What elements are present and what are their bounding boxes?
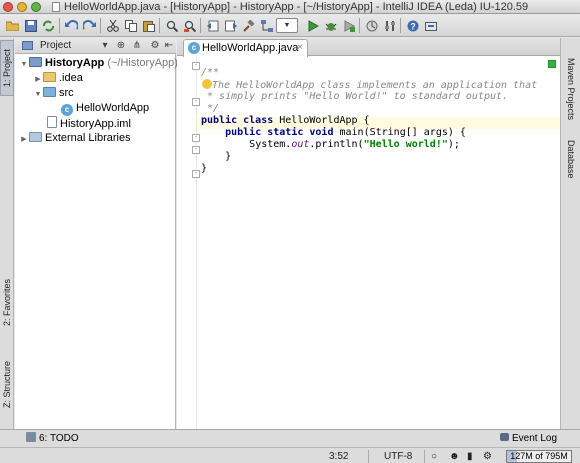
code-line: public static void main(String[] args) { (225, 127, 466, 138)
source-code[interactable]: /** The HelloWorldApp class implements a… (201, 67, 537, 175)
fold-marker-icon[interactable]: - (192, 62, 200, 70)
code-line: /** (201, 67, 220, 78)
run-config-dropdown[interactable]: ▼ (276, 18, 298, 33)
code-line: */ (201, 103, 220, 114)
hector-icon[interactable]: ☻ (449, 450, 460, 463)
background-tasks-icon[interactable]: ⚙ (483, 450, 492, 463)
sdk-icon[interactable] (422, 17, 439, 34)
collapsed-arrow-icon[interactable]: ▶ (33, 72, 43, 87)
fold-marker-icon[interactable]: - (192, 98, 200, 106)
project-view-dropdown[interactable]: Project (37, 39, 95, 52)
java-class-icon: c (188, 42, 200, 54)
insert-mode-icon: ▮ (467, 451, 473, 462)
cut-icon[interactable] (104, 17, 121, 34)
make-icon[interactable] (240, 17, 257, 34)
tree-item-src[interactable]: ▼ src (33, 86, 74, 101)
window-title: HelloWorldApp.java - [HistoryApp] - Hist… (64, 1, 529, 13)
tab-database[interactable]: Database (564, 140, 578, 179)
redo-icon[interactable] (81, 17, 98, 34)
replace-icon[interactable] (181, 17, 198, 34)
code-editor[interactable]: c HelloWorldApp.java × - - - - - /** The… (177, 38, 560, 429)
code-line: } (225, 151, 232, 162)
gear-icon[interactable]: ⚙ (149, 40, 161, 52)
tree-item-historyapp-iml[interactable]: HistoryApp.iml (47, 116, 131, 131)
source-folder-icon (43, 87, 56, 97)
hide-panel-icon[interactable]: ⇤ (163, 40, 175, 52)
tree-item-helloworldapp[interactable]: c HelloWorldApp (61, 101, 149, 116)
project-view-icon (21, 40, 33, 52)
coverage-icon[interactable] (340, 17, 357, 34)
copy-icon[interactable] (122, 17, 139, 34)
code-line: The HelloWorldApp class implements an ap… (201, 79, 537, 91)
folder-icon (43, 72, 56, 82)
paste-icon[interactable] (140, 17, 157, 34)
close-window-button[interactable] (3, 2, 13, 12)
chevron-down-icon[interactable]: ▾ (99, 40, 111, 52)
forward-icon[interactable] (222, 17, 239, 34)
project-panel: Project ▾ ⊕ ⋔ ⚙ ⇤ ▼ HistoryApp (~/History… (15, 38, 178, 429)
code-line: public class HelloWorldApp { (201, 115, 370, 126)
undo-icon[interactable] (63, 17, 80, 34)
java-class-icon: c (61, 104, 73, 116)
tab-favorites[interactable]: 2: Favorites (0, 270, 14, 336)
collapse-all-icon[interactable]: ⋔ (131, 40, 143, 52)
file-encoding[interactable]: UTF-8 (384, 450, 412, 463)
event-log-icon (500, 433, 509, 441)
todo-tool-button[interactable]: 6: TODO (26, 432, 79, 445)
expanded-arrow-icon[interactable]: ▼ (19, 57, 29, 72)
lock-icon[interactable]: ○ (431, 450, 437, 463)
settings-icon[interactable] (381, 17, 398, 34)
open-icon[interactable] (4, 17, 21, 34)
fold-marker-icon[interactable]: - (192, 134, 200, 142)
collapsed-arrow-icon[interactable]: ▶ (19, 132, 29, 147)
tab-maven-projects[interactable]: Maven Projects (564, 58, 578, 120)
main-toolbar: ▼ ? (0, 15, 580, 37)
sync-icon[interactable] (40, 17, 57, 34)
window-title-bar: HelloWorldApp.java - [HistoryApp] - Hist… (0, 0, 580, 14)
libraries-icon (29, 132, 42, 142)
expanded-arrow-icon[interactable]: ▼ (33, 87, 43, 102)
debug-icon[interactable] (322, 17, 339, 34)
save-icon[interactable] (22, 17, 39, 34)
svg-text:?: ? (410, 21, 416, 31)
minimize-window-button[interactable] (17, 2, 27, 12)
status-info-bar: 3:52 UTF-8 ○ ☻ ▮ ⚙ 127M of 795M (0, 447, 580, 463)
tab-helloworldapp-java[interactable]: c HelloWorldApp.java × (183, 39, 308, 57)
help-icon[interactable]: ? (404, 17, 421, 34)
project-panel-header: Project ▾ ⊕ ⋔ ⚙ ⇤ (15, 38, 176, 54)
tool-window-bar: 6: TODO Event Log (0, 430, 580, 447)
document-icon (52, 2, 60, 12)
tree-item-idea[interactable]: ▶ .idea (33, 71, 83, 86)
vcs-icon[interactable] (363, 17, 380, 34)
caret-position[interactable]: 3:52 (329, 450, 348, 463)
zoom-window-button[interactable] (31, 2, 41, 12)
editor-tab-bar: c HelloWorldApp.java × (177, 38, 560, 57)
left-tool-stripe: 1: Project 2: Favorites Z: Structure (0, 38, 14, 429)
find-icon[interactable] (163, 17, 180, 34)
run-icon[interactable] (304, 17, 321, 34)
lightbulb-icon[interactable] (202, 79, 212, 89)
module-file-icon (47, 116, 57, 128)
tab-structure[interactable]: Z: Structure (0, 350, 14, 420)
status-bar: 6: TODO Event Log 3:52 UTF-8 ○ ☻ ▮ ⚙ 127… (0, 429, 580, 463)
fold-marker-icon[interactable]: - (192, 146, 200, 154)
back-icon[interactable] (204, 17, 221, 34)
fold-marker-icon[interactable]: - (192, 170, 200, 178)
code-line: * simply prints "Hello World!" to standa… (201, 91, 509, 102)
module-icon (29, 57, 42, 67)
structure-icon[interactable] (258, 17, 275, 34)
tree-item-historyapp[interactable]: ▼ HistoryApp (~/HistoryApp) (19, 56, 178, 71)
tab-project[interactable]: 1: Project (0, 40, 14, 96)
event-log-button[interactable]: Event Log (500, 432, 557, 445)
right-tool-stripe: Maven Projects Database (560, 38, 580, 429)
memory-indicator[interactable]: 127M of 795M (506, 450, 572, 463)
close-tab-icon[interactable]: × (297, 40, 303, 56)
editor-gutter[interactable]: - - - - - (177, 57, 200, 429)
autoscroll-icon[interactable]: ⊕ (115, 40, 127, 52)
code-line: } (201, 163, 208, 174)
todo-icon (26, 432, 36, 442)
inspection-ok-marker[interactable] (548, 60, 556, 68)
tree-item-external-libraries[interactable]: ▶ External Libraries (19, 131, 131, 146)
code-line: System.out.println("Hello world!"); (249, 139, 460, 150)
